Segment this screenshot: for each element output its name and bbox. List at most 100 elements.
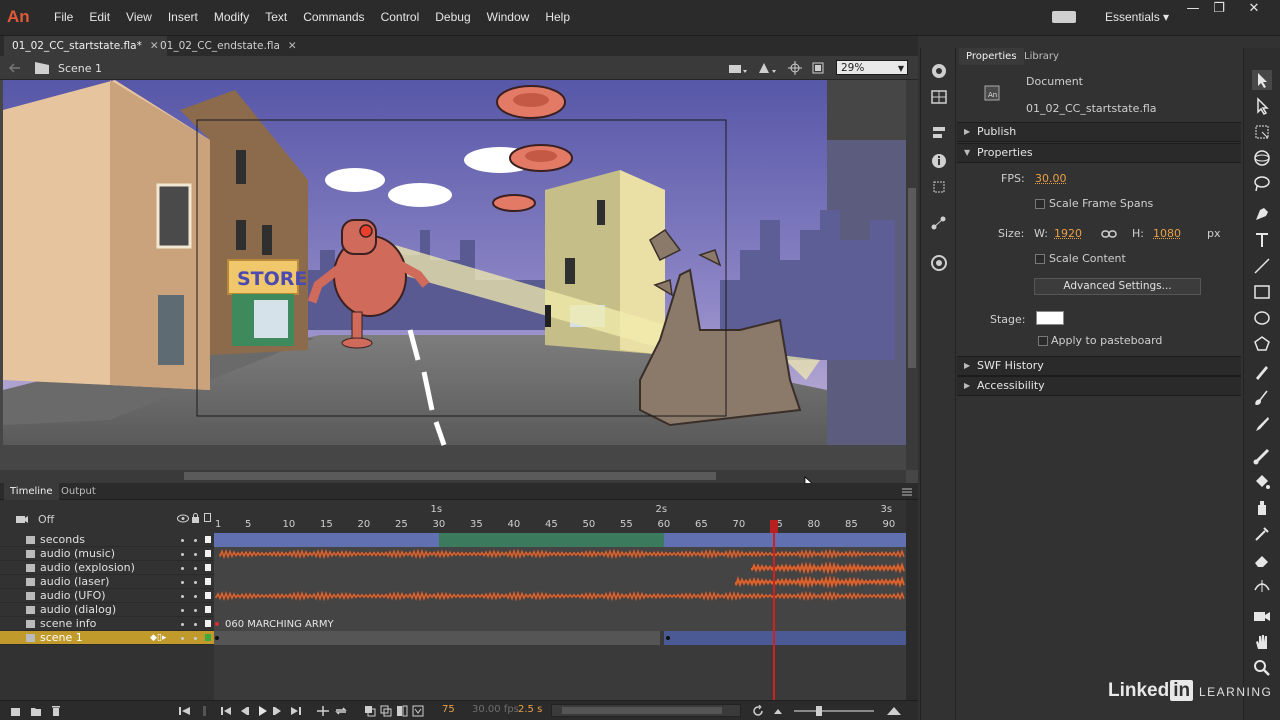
zoom-dropdown[interactable]: 29% ▼ bbox=[836, 60, 908, 75]
scale-content-checkbox[interactable] bbox=[1035, 254, 1045, 264]
current-frame-display[interactable]: 75 bbox=[442, 704, 455, 715]
layer-audio-explosion[interactable]: audio (explosion) bbox=[0, 561, 214, 575]
menu-window[interactable]: Window bbox=[479, 10, 538, 24]
section-swf-history[interactable]: ▶ SWF History bbox=[957, 356, 1241, 376]
paint-brush-tool-icon[interactable] bbox=[1252, 388, 1272, 408]
panel-menu-icon[interactable] bbox=[902, 488, 912, 496]
doc-tab-endstate[interactable]: 01_02_CC_endstate.fla ✕ bbox=[152, 36, 305, 56]
ink-bottle-tool-icon[interactable] bbox=[1252, 498, 1272, 518]
tab-library[interactable]: Library bbox=[1017, 48, 1066, 65]
menu-control[interactable]: Control bbox=[373, 10, 428, 24]
layer-outline-swatch[interactable] bbox=[205, 606, 211, 613]
info-icon[interactable] bbox=[930, 152, 948, 170]
edit-symbols-icon[interactable] bbox=[757, 61, 777, 75]
transform-icon[interactable] bbox=[930, 178, 948, 196]
scale-frame-spans-checkbox[interactable] bbox=[1035, 199, 1045, 209]
oval-tool-icon[interactable] bbox=[1252, 308, 1272, 328]
onion-skin-outlines-icon[interactable] bbox=[380, 705, 392, 717]
doc-tab-startstate[interactable]: 01_02_CC_startstate.fla* ✕ bbox=[4, 36, 167, 56]
frame-ruler[interactable] bbox=[214, 500, 906, 533]
refresh-icon[interactable] bbox=[752, 705, 764, 717]
sync-settings-icon[interactable] bbox=[1052, 11, 1076, 23]
onion-skin-icon[interactable] bbox=[364, 705, 376, 717]
eyedropper-tool-icon[interactable] bbox=[1252, 524, 1272, 544]
go-to-first-frame-icon[interactable] bbox=[178, 705, 192, 717]
camera-toggle-label[interactable]: Off bbox=[38, 513, 54, 526]
audio-dialog-frames[interactable] bbox=[214, 603, 906, 617]
layer-visibility-dot[interactable] bbox=[181, 567, 184, 570]
apply-to-pasteboard-checkbox[interactable] bbox=[1038, 336, 1048, 346]
step-back-icon[interactable] bbox=[238, 705, 250, 717]
layer-outline-swatch[interactable] bbox=[205, 592, 211, 599]
layer-visibility-dot[interactable] bbox=[181, 623, 184, 626]
frames-area[interactable]: 1s2s3s 151015202530354045505560657075808… bbox=[214, 500, 906, 700]
back-arrow-icon[interactable] bbox=[8, 63, 22, 73]
section-accessibility[interactable]: ▶ Accessibility bbox=[957, 376, 1241, 396]
pen-tool-icon[interactable] bbox=[1252, 204, 1272, 224]
layer-outline-swatch[interactable] bbox=[205, 536, 211, 543]
close-icon[interactable]: ✕ bbox=[288, 40, 297, 52]
elapsed-time-display[interactable]: 2.5 s bbox=[518, 704, 542, 715]
camera-tool-icon[interactable] bbox=[1252, 606, 1272, 626]
layer-outline-swatch[interactable] bbox=[205, 550, 211, 557]
layer-visibility-dot[interactable] bbox=[181, 581, 184, 584]
hand-tool-icon[interactable] bbox=[1252, 632, 1272, 652]
tab-output[interactable]: Output bbox=[55, 483, 102, 500]
layer-scene-1[interactable]: scene 1 ◆▯▸ bbox=[0, 631, 214, 645]
frame-size-slider[interactable] bbox=[794, 706, 874, 716]
layer-visibility-dot[interactable] bbox=[181, 609, 184, 612]
layer-lock-dot[interactable] bbox=[194, 623, 197, 626]
menu-commands[interactable]: Commands bbox=[295, 10, 372, 24]
menu-edit[interactable]: Edit bbox=[81, 10, 118, 24]
layer-lock-dot[interactable] bbox=[194, 567, 197, 570]
delete-layer-icon[interactable] bbox=[50, 705, 62, 717]
layer-lock-dot[interactable] bbox=[194, 609, 197, 612]
brush-tool-icon[interactable] bbox=[1252, 414, 1272, 434]
lock-icon[interactable] bbox=[191, 513, 200, 523]
zoom-in-frames-icon[interactable] bbox=[886, 705, 902, 717]
section-properties[interactable]: ▼ Properties bbox=[957, 143, 1241, 163]
menu-text[interactable]: Text bbox=[257, 10, 295, 24]
modify-markers-icon[interactable] bbox=[412, 705, 424, 717]
new-layer-icon[interactable] bbox=[10, 705, 22, 717]
free-transform-tool-icon[interactable] bbox=[1252, 122, 1272, 142]
menu-insert[interactable]: Insert bbox=[160, 10, 206, 24]
timeline-horizontal-scrollbar[interactable] bbox=[551, 704, 741, 717]
camera-icon[interactable] bbox=[15, 514, 29, 524]
swatches-icon[interactable] bbox=[930, 88, 948, 106]
play-icon[interactable] bbox=[256, 705, 268, 717]
fps-value[interactable]: 30.00 bbox=[1035, 172, 1067, 185]
layer-visibility-dot[interactable] bbox=[181, 595, 184, 598]
eye-icon[interactable] bbox=[177, 514, 189, 523]
vertical-scroll-thumb[interactable] bbox=[908, 188, 916, 368]
link-icon[interactable] bbox=[1101, 228, 1117, 240]
horizontal-scroll-thumb[interactable] bbox=[184, 472, 716, 480]
paint-bucket-tool-icon[interactable] bbox=[1252, 472, 1272, 492]
new-folder-icon[interactable] bbox=[30, 705, 42, 717]
rectangle-tool-icon[interactable] bbox=[1252, 282, 1272, 302]
polystar-tool-icon[interactable] bbox=[1252, 334, 1272, 354]
scene-1-frames[interactable] bbox=[214, 631, 660, 645]
timeline-scroll-thumb[interactable] bbox=[562, 707, 722, 714]
menu-view[interactable]: View bbox=[118, 10, 160, 24]
center-frame-icon[interactable] bbox=[316, 705, 330, 717]
go-to-start-icon[interactable] bbox=[220, 705, 232, 717]
center-stage-icon[interactable] bbox=[788, 61, 802, 75]
section-publish[interactable]: ▶ Publish bbox=[957, 122, 1241, 142]
layer-lock-dot[interactable] bbox=[194, 553, 197, 556]
eraser-tool-icon[interactable] bbox=[1252, 550, 1272, 570]
restore-button[interactable]: ❐ bbox=[1205, 0, 1233, 18]
motion-presets-icon[interactable] bbox=[930, 214, 948, 232]
scene-breadcrumb[interactable]: Scene 1 bbox=[58, 62, 102, 75]
layer-visibility-dot[interactable] bbox=[181, 637, 184, 640]
layer-outline-swatch[interactable] bbox=[205, 620, 211, 627]
lasso-tool-icon[interactable] bbox=[1252, 174, 1272, 194]
text-tool-icon[interactable] bbox=[1252, 230, 1272, 250]
outline-all-icon[interactable] bbox=[204, 513, 211, 522]
layer-lock-dot[interactable] bbox=[194, 595, 197, 598]
frame-rate-display[interactable]: 30.00 fps bbox=[472, 704, 519, 715]
line-tool-icon[interactable] bbox=[1252, 256, 1272, 276]
tab-properties[interactable]: Properties bbox=[959, 48, 1024, 65]
pencil-tool-icon[interactable] bbox=[1252, 362, 1272, 382]
edit-multiple-frames-icon[interactable] bbox=[396, 705, 408, 717]
